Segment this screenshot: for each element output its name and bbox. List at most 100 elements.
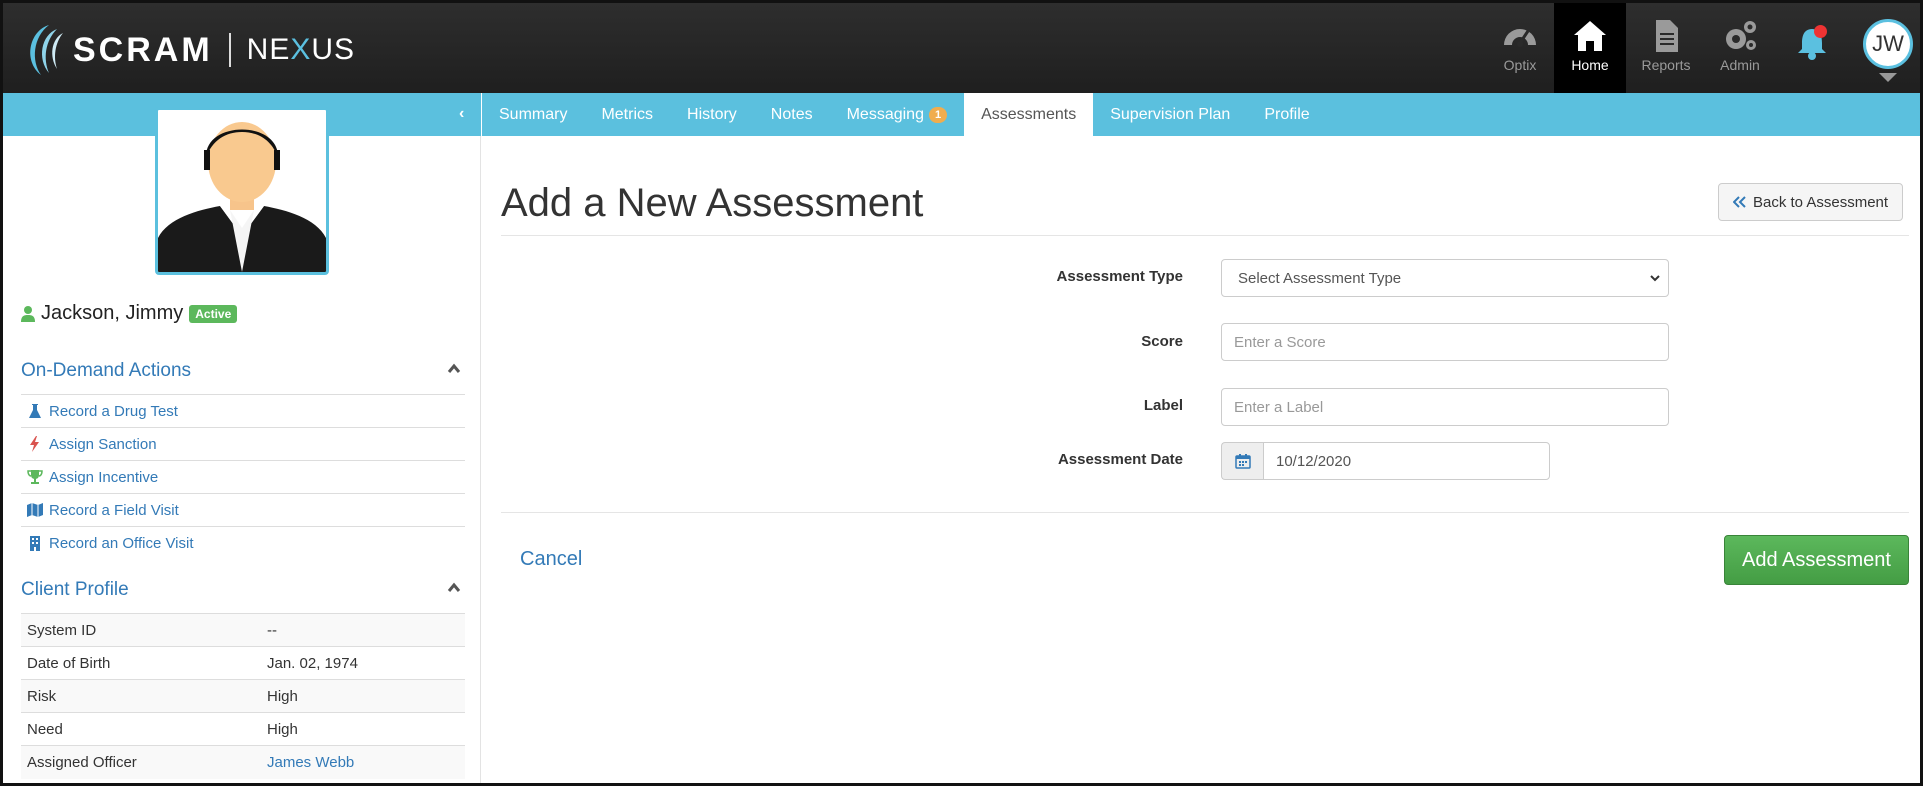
divider [501,235,1909,236]
chevron-up-icon[interactable] [447,581,461,595]
divider [501,512,1909,513]
profile-key: System ID [21,613,261,647]
action-label: Record a Field Visit [49,501,179,519]
assigned-officer-link[interactable]: James Webb [267,754,354,771]
brand-name: SCRAM [73,30,213,69]
score-label: Score [1141,333,1183,350]
action-record-office-visit[interactable]: Record an Office Visit [21,526,465,559]
back-to-assessment-button[interactable]: Back to Assessment [1718,183,1904,221]
logo-divider [228,33,231,67]
action-assign-sanction[interactable]: Assign Sanction [21,427,465,460]
back-button-label: Back to Assessment [1753,193,1889,211]
action-label: Record a Drug Test [49,402,178,420]
client-profile-title: Client Profile [21,579,129,600]
flask-icon [29,404,41,418]
tab-summary[interactable]: Summary [482,93,584,136]
profile-key: Risk [21,679,261,713]
page-title: Add a New Assessment [501,181,924,225]
collapse-sidebar-icon[interactable]: ‹ [459,105,464,123]
client-name-text: Jackson, Jimmy [41,302,184,324]
app-window: SCRAM NEXUS Optix Home Reports Admin JW … [0,0,1923,786]
action-label: Assign Sanction [49,435,157,453]
scram-logo-icon [30,25,63,75]
assessment-date-label: Assessment Date [1057,451,1183,468]
assessment-date-input[interactable] [1263,442,1550,480]
assessment-type-label: Assessment Type [1056,268,1183,285]
on-demand-actions-header[interactable]: On-Demand Actions [21,360,461,382]
profile-key: Date of Birth [21,646,261,680]
bolt-icon [30,436,39,452]
building-icon [30,536,40,551]
table-row: System ID -- [21,613,465,647]
client-profile-table: System ID -- Date of Birth Jan. 02, 1974… [21,613,465,779]
table-row: Risk High [21,679,465,713]
trophy-icon [27,470,43,484]
profile-value: -- [261,613,465,647]
table-row: Date of Birth Jan. 02, 1974 [21,646,465,680]
user-icon [21,305,35,322]
label-label: Label [1143,397,1183,414]
profile-value: James Webb [261,745,465,779]
client-tabs: Summary Metrics History Notes Messaging … [482,93,1920,136]
app-logo[interactable]: SCRAM NEXUS [19,21,355,79]
map-icon [27,503,43,517]
topnav-optix-label: Optix [1503,57,1537,73]
tab-notes[interactable]: Notes [754,93,830,136]
chevron-up-icon[interactable] [447,362,461,376]
tab-metrics[interactable]: Metrics [584,93,670,136]
user-avatar[interactable]: JW [1863,19,1913,69]
on-demand-actions-list: Record a Drug Test Assign Sanction Assig… [21,394,465,559]
add-assessment-button[interactable]: Add Assessment [1724,535,1909,585]
topnav-optix[interactable]: Optix [1484,3,1556,93]
tab-messaging[interactable]: Messaging 1 [830,93,965,136]
top-navbar: SCRAM NEXUS Optix Home Reports Admin JW [3,3,1920,93]
profile-value: High [261,679,465,713]
user-menu-caret[interactable] [1879,73,1897,82]
gears-icon [1726,21,1756,50]
action-label: Record an Office Visit [49,534,194,552]
profile-value: Jan. 02, 1974 [261,646,465,680]
topnav-home[interactable]: Home [1554,3,1626,93]
assessment-type-select[interactable]: Select Assessment Type [1221,259,1669,297]
client-photo [155,107,329,275]
action-assign-incentive[interactable]: Assign Incentive [21,460,465,493]
action-record-drug-test[interactable]: Record a Drug Test [21,394,465,427]
client-sidebar: ‹ Jackson, Jimmy Active On-Demand Action… [3,93,481,783]
calendar-button[interactable] [1221,442,1263,480]
tab-history[interactable]: History [670,93,754,136]
table-row: Need High [21,712,465,746]
action-label: Assign Incentive [49,468,159,486]
profile-key: Need [21,712,261,746]
profile-value: High [261,712,465,746]
tab-messaging-label: Messaging [846,105,924,123]
topnav-reports[interactable]: Reports [1630,3,1702,93]
notification-dot [1814,25,1827,38]
on-demand-actions-title: On-Demand Actions [21,360,192,381]
client-name: Jackson, Jimmy Active [21,302,238,325]
status-badge: Active [189,304,238,323]
table-row: Assigned Officer James Webb [21,745,465,779]
notifications-bell[interactable] [1795,25,1829,61]
assessment-date-group [1221,442,1550,480]
topnav-reports-label: Reports [1641,57,1691,73]
action-record-field-visit[interactable]: Record a Field Visit [21,493,465,526]
double-chevron-left-icon [1733,196,1746,208]
topnav-admin[interactable]: Admin [1704,3,1776,93]
calendar-icon [1234,454,1251,469]
tab-supervision-plan[interactable]: Supervision Plan [1093,93,1247,136]
label-input[interactable] [1221,388,1669,426]
gauge-icon [1504,29,1536,47]
home-icon [1574,21,1606,51]
product-name: NEXUS [246,33,356,66]
tab-profile[interactable]: Profile [1247,93,1326,136]
profile-key: Assigned Officer [21,745,261,779]
document-icon [1656,20,1678,52]
score-input[interactable] [1221,323,1669,361]
cancel-link[interactable]: Cancel [520,548,582,571]
topnav-home-label: Home [1571,57,1609,73]
person-avatar-icon [158,122,326,272]
topnav-admin-label: Admin [1720,57,1760,73]
messaging-count-badge: 1 [928,106,948,123]
tab-assessments[interactable]: Assessments [964,93,1094,136]
client-profile-header[interactable]: Client Profile [21,579,461,601]
